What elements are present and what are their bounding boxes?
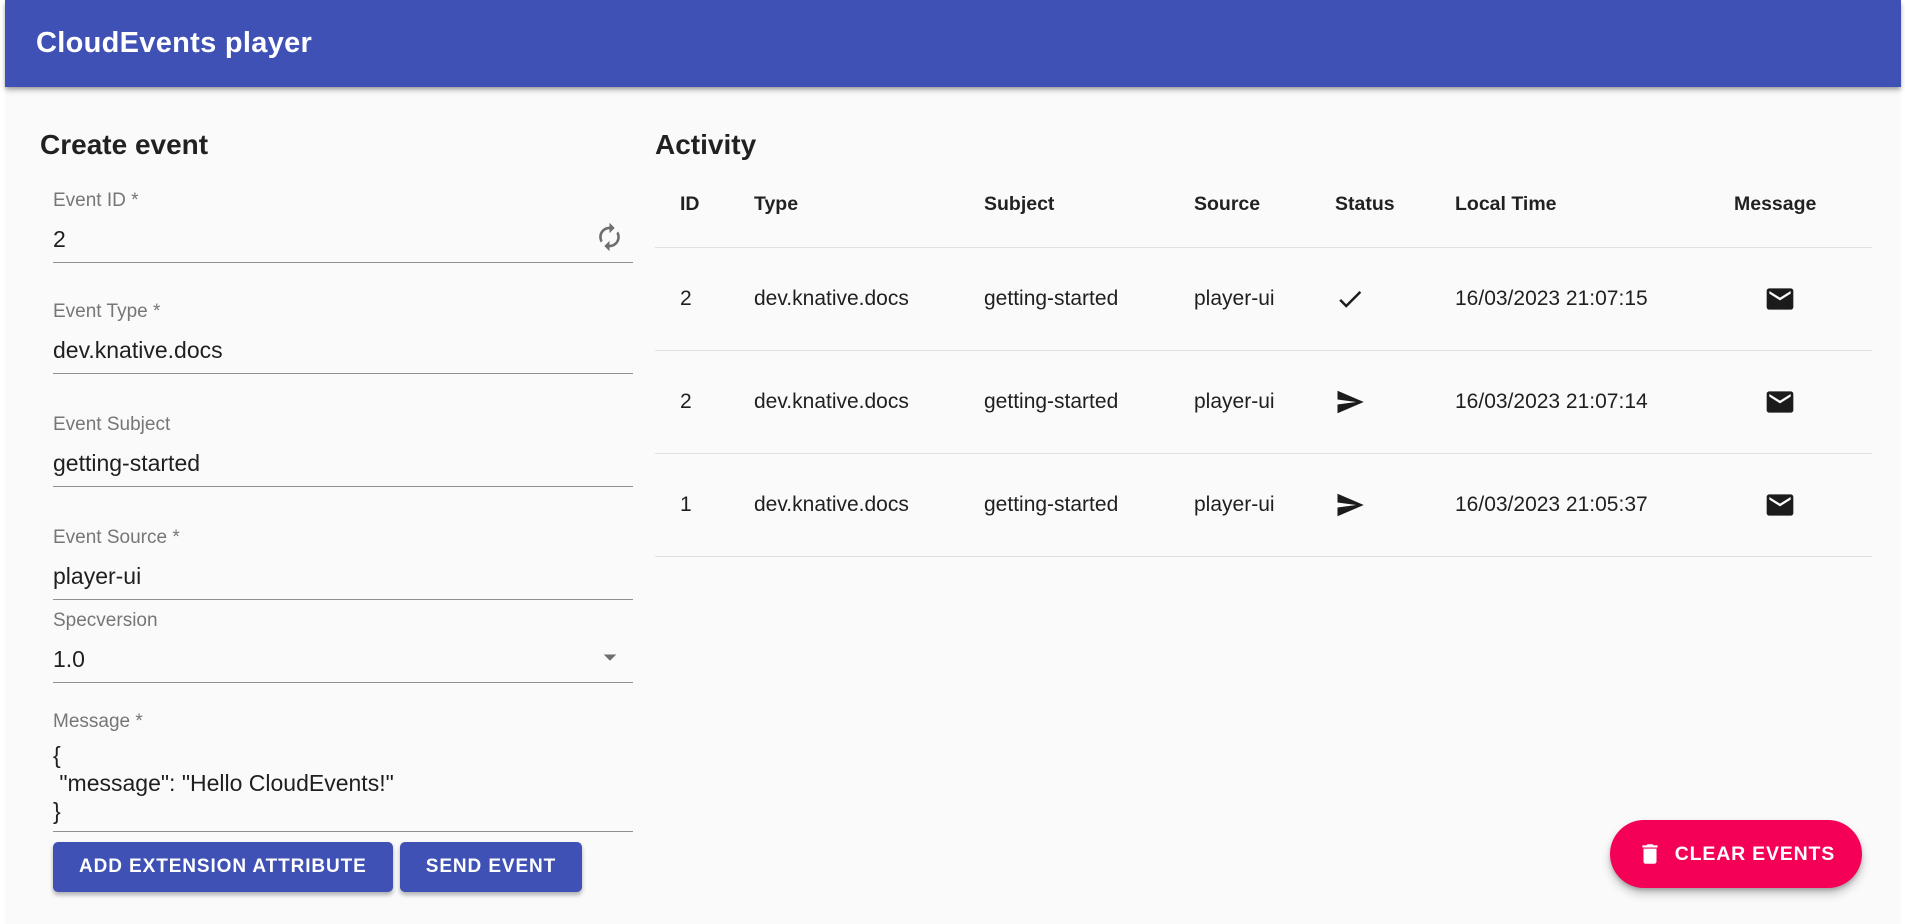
email-icon[interactable] [1764, 489, 1796, 521]
trash-icon [1637, 841, 1663, 867]
cell-local-time: 16/03/2023 21:07:15 [1455, 247, 1734, 350]
clear-events-label: CLEAR EVENTS [1675, 843, 1835, 866]
activity-header-row: ID Type Subject Source Status Local Time… [655, 162, 1872, 247]
event-source-field: Event Source * player-ui [53, 527, 633, 600]
col-header-message: Message [1734, 162, 1872, 247]
cell-subject: getting-started [984, 350, 1194, 453]
cell-message [1734, 247, 1872, 350]
col-header-subject: Subject [984, 162, 1194, 247]
cell-local-time: 16/03/2023 21:05:37 [1455, 453, 1734, 556]
cell-source: player-ui [1194, 350, 1335, 453]
activity-table: ID Type Subject Source Status Local Time… [655, 162, 1872, 557]
create-event-form: Event ID * 2 Event Type * dev.knative.do… [53, 190, 633, 892]
table-row: 1 dev.knative.docs getting-started playe… [655, 453, 1872, 556]
event-subject-field: Event Subject getting-started [53, 414, 633, 487]
dropdown-icon [595, 642, 625, 672]
activity-panel: Activity ID Type Subject Source Status L… [655, 87, 1872, 892]
create-event-heading: Create event [40, 87, 633, 162]
event-type-field: Event Type * dev.knative.docs [53, 301, 633, 374]
event-source-label: Event Source * [53, 527, 633, 549]
cell-source: player-ui [1194, 453, 1335, 556]
col-header-status: Status [1335, 162, 1455, 247]
cell-type: dev.knative.docs [754, 350, 984, 453]
email-icon[interactable] [1764, 386, 1796, 418]
cell-subject: getting-started [984, 453, 1194, 556]
cell-status [1335, 247, 1455, 350]
cell-message [1734, 453, 1872, 556]
event-id-label: Event ID * [53, 190, 633, 212]
clear-events-button[interactable]: CLEAR EVENTS [1610, 820, 1862, 888]
cell-status [1335, 453, 1455, 556]
event-subject-label: Event Subject [53, 414, 633, 436]
send-event-button[interactable]: SEND EVENT [400, 842, 582, 892]
col-header-type: Type [754, 162, 984, 247]
status-send-icon [1335, 490, 1365, 520]
cell-subject: getting-started [984, 247, 1194, 350]
event-source-input[interactable]: player-ui [53, 549, 633, 600]
cell-status [1335, 350, 1455, 453]
add-extension-attribute-button[interactable]: ADD EXTENSION ATTRIBUTE [53, 842, 393, 892]
col-header-id: ID [655, 162, 754, 247]
col-header-local-time: Local Time [1455, 162, 1734, 247]
cell-local-time: 16/03/2023 21:07:14 [1455, 350, 1734, 453]
autorenew-icon[interactable] [594, 222, 625, 253]
app-title: CloudEvents player [36, 27, 312, 60]
app-root: CloudEvents player Create event Event ID… [5, 0, 1901, 924]
event-subject-input[interactable]: getting-started [53, 436, 633, 487]
message-field: Message * { "message": "Hello CloudEvent… [53, 711, 633, 832]
event-id-field: Event ID * 2 [53, 190, 633, 263]
cell-type: dev.knative.docs [754, 453, 984, 556]
message-input[interactable]: { "message": "Hello CloudEvents!" } [53, 733, 633, 832]
cell-type: dev.knative.docs [754, 247, 984, 350]
event-type-input[interactable]: dev.knative.docs [53, 323, 633, 374]
col-header-source: Source [1194, 162, 1335, 247]
table-row: 2 dev.knative.docs getting-started playe… [655, 350, 1872, 453]
table-row: 2 dev.knative.docs getting-started playe… [655, 247, 1872, 350]
specversion-field: Specversion 1.0 [53, 610, 633, 683]
cell-id: 1 [655, 453, 754, 556]
event-id-input[interactable]: 2 [53, 212, 633, 263]
status-check-icon [1335, 284, 1365, 314]
app-bar: CloudEvents player [5, 0, 1901, 87]
email-icon[interactable] [1764, 283, 1796, 315]
message-label: Message * [53, 711, 633, 733]
activity-heading: Activity [655, 87, 1872, 162]
status-send-icon [1335, 387, 1365, 417]
cell-id: 2 [655, 350, 754, 453]
specversion-label: Specversion [53, 610, 633, 632]
create-event-panel: Create event Event ID * 2 Event Type * d… [40, 87, 633, 892]
cell-source: player-ui [1194, 247, 1335, 350]
specversion-select[interactable]: 1.0 [53, 632, 633, 683]
cell-message [1734, 350, 1872, 453]
cell-id: 2 [655, 247, 754, 350]
event-type-label: Event Type * [53, 301, 633, 323]
